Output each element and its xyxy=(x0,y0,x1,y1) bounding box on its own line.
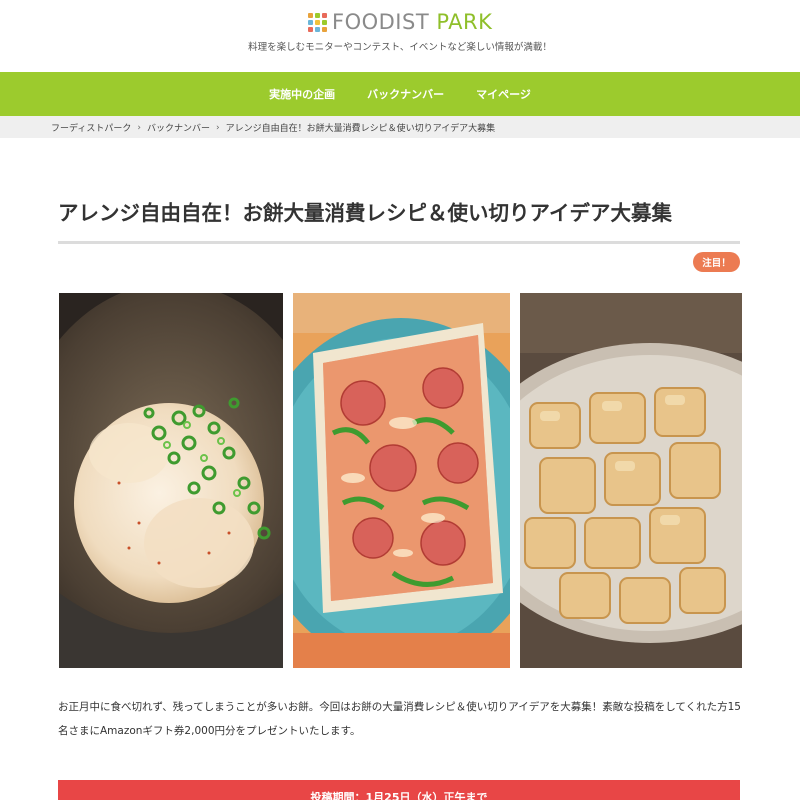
photo-grated-daikon-mochi xyxy=(59,293,283,668)
logo-dots-icon xyxy=(308,12,327,32)
featured-badge: 注目！ xyxy=(693,252,740,272)
breadcrumb-current: アレンジ自由自在！お餅大量消費レシピ＆使い切りアイデア大募集 xyxy=(225,124,496,134)
logo-text: FOODIST PARK xyxy=(332,10,493,34)
breadcrumb-separator-icon: › xyxy=(137,122,141,133)
photo-mochi-pizza xyxy=(293,293,510,668)
nav-item-active-campaigns[interactable]: 実施中の企画 xyxy=(269,86,335,102)
submission-period-banner: 投稿期間：1月25日（水）正午まで xyxy=(58,780,740,800)
breadcrumb-separator-icon: › xyxy=(216,122,220,133)
title-divider xyxy=(58,241,740,244)
photo-fried-mochi-crackers xyxy=(520,293,742,668)
main-nav: 実施中の企画 バックナンバー マイページ xyxy=(0,72,800,116)
breadcrumb-back-numbers-link[interactable]: バックナンバー xyxy=(147,121,210,134)
nav-item-back-numbers[interactable]: バックナンバー xyxy=(367,86,444,102)
nav-item-my-page[interactable]: マイページ xyxy=(476,86,531,102)
campaign-description: お正月中に食べ切れず、残ってしまうことが多いお餅。今回はお餅の大量消費レシピ＆使… xyxy=(58,701,741,737)
breadcrumb: フーディストパーク › バックナンバー › アレンジ自由自在！お餅大量消費レシピ… xyxy=(51,121,496,135)
page-title: アレンジ自由自在！お餅大量消費レシピ＆使い切りアイデア大募集 xyxy=(58,201,672,225)
site-logo[interactable]: FOODIST PARK xyxy=(308,9,492,35)
breadcrumb-home-link[interactable]: フーディストパーク xyxy=(51,121,131,134)
site-tagline: 料理を楽しむモニターやコンテスト、イベントなど楽しい情報が満載！ xyxy=(248,42,552,53)
site-header: FOODIST PARK 料理を楽しむモニターやコンテスト、イベントなど楽しい情… xyxy=(0,0,800,72)
breadcrumb-bar: フーディストパーク › バックナンバー › アレンジ自由自在！お餅大量消費レシピ… xyxy=(0,116,800,138)
